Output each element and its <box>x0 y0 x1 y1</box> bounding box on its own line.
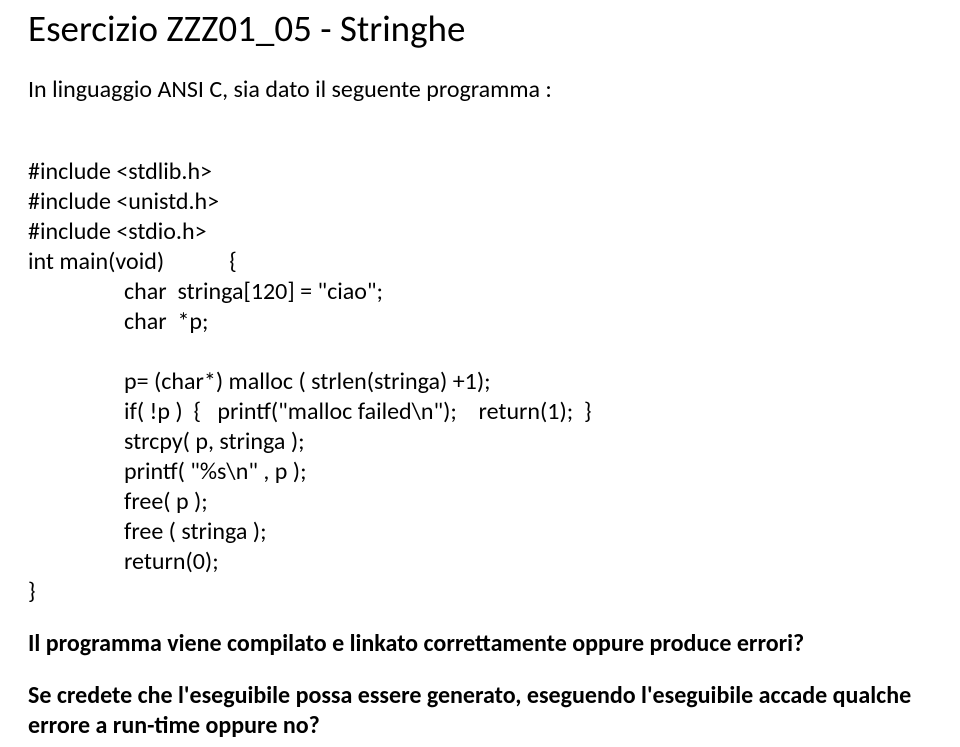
code-line: printf( "%s\n" , p ); <box>28 457 307 487</box>
code-line: #include <stdio.h> <box>28 217 207 246</box>
code-line: char *p; <box>28 307 208 337</box>
code-line: { <box>229 247 237 276</box>
code-block: #include <stdlib.h> #include <unistd.h> … <box>28 127 932 607</box>
code-line: strcpy( p, stringa ); <box>28 427 305 457</box>
code-line: free( p ); <box>28 487 208 517</box>
code-line: return(0); <box>28 547 219 577</box>
code-line: #include <unistd.h> <box>28 187 219 216</box>
code-line: } <box>28 577 36 606</box>
code-line: if( !p ) { printf("malloc failed\n"); re… <box>28 397 592 427</box>
question-1: Il programma viene compilato e linkato c… <box>28 629 932 659</box>
document-page: Esercizio ZZZ01_05 - Stringhe In linguag… <box>0 0 960 741</box>
question-2: Se credete che l'eseguibile possa essere… <box>28 681 932 741</box>
code-line: int main(void) <box>28 247 164 276</box>
code-line: #include <stdlib.h> <box>28 157 212 186</box>
code-line: char stringa[120] = "ciao"; <box>28 277 383 307</box>
code-line: p= (char*) malloc ( strlen(stringa) +1); <box>28 367 491 397</box>
intro-paragraph: In linguaggio ANSI C, sia dato il seguen… <box>28 75 932 105</box>
code-line: free ( stringa ); <box>28 517 267 547</box>
page-title: Esercizio ZZZ01_05 - Stringhe <box>28 6 932 51</box>
